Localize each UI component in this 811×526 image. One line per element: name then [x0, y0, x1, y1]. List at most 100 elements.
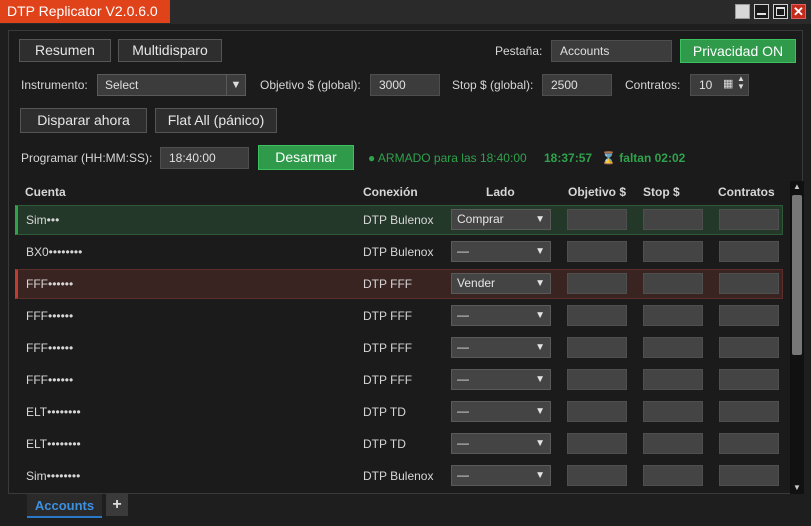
title-bar: DTP Replicator V2.0.6.0 ✕ [0, 0, 811, 24]
chevron-down-icon: ▼ [226, 75, 245, 95]
lado-select[interactable]: — ▼ [451, 465, 551, 486]
col-header-lado: Lado [486, 185, 515, 199]
scroll-up-icon[interactable]: ▲ [790, 181, 804, 193]
objetivo-input[interactable] [567, 465, 627, 486]
restore-icon[interactable] [735, 4, 750, 19]
lado-select[interactable]: Comprar ▼ [451, 209, 551, 230]
row-cuenta: FFF•••••• [26, 341, 74, 355]
lado-select[interactable]: — ▼ [451, 241, 551, 262]
clock-display: 18:37:57 [544, 151, 593, 165]
lado-select[interactable]: Vender ▼ [451, 273, 551, 294]
row-cuenta: ELT•••••••• [26, 437, 81, 451]
lado-select[interactable]: — ▼ [451, 401, 551, 422]
objetivo-input[interactable] [567, 369, 627, 390]
disparar-ahora-button[interactable]: Disparar ahora [20, 108, 147, 133]
stop-global-input[interactable]: 2500 [542, 74, 612, 96]
lado-value: — [457, 340, 469, 354]
table-row[interactable]: BX0•••••••• DTP Bulenox — ▼ [15, 237, 783, 267]
row-cuenta: Sim••• [26, 213, 60, 227]
table-row[interactable]: FFF•••••• DTP FFF — ▼ [15, 301, 783, 331]
stop-input[interactable] [643, 433, 703, 454]
table-row[interactable]: Sim••• DTP Bulenox Comprar ▼ [15, 205, 783, 235]
add-tab-button[interactable]: + [106, 494, 128, 516]
stop-input[interactable] [643, 241, 703, 262]
row-conexion: DTP Bulenox [363, 469, 434, 483]
objetivo-input[interactable] [567, 433, 627, 454]
remaining-time: ⌛ faltan 02:02 [601, 151, 686, 165]
chevron-down-icon: ▼ [535, 214, 545, 225]
objetivo-input[interactable] [567, 305, 627, 326]
spin-arrows-icon[interactable]: ▲ ▼ [737, 75, 745, 91]
row-conexion: DTP FFF [363, 373, 413, 387]
window-title: DTP Replicator V2.0.6.0 [0, 0, 170, 23]
multidisparo-button[interactable]: Multidisparo [118, 39, 222, 62]
table-row[interactable]: FFF•••••• DTP FFF — ▼ [15, 365, 783, 395]
row-cuenta: BX0•••••••• [26, 245, 83, 259]
lado-select[interactable]: — ▼ [451, 305, 551, 326]
table-row[interactable]: ELT•••••••• DTP TD — ▼ [15, 397, 783, 427]
lado-select[interactable]: — ▼ [451, 433, 551, 454]
stop-input[interactable] [643, 401, 703, 422]
lado-value: — [457, 468, 469, 482]
contratos-input[interactable] [719, 465, 779, 486]
scroll-thumb[interactable] [792, 195, 802, 355]
armed-status: ● ARMADO para las 18:40:00 [368, 151, 527, 165]
flat-all-button[interactable]: Flat All (pánico) [155, 108, 277, 133]
objetivo-input[interactable] [567, 241, 627, 262]
contratos-input[interactable] [719, 305, 779, 326]
stop-input[interactable] [643, 273, 703, 294]
chevron-down-icon: ▼ [535, 310, 545, 321]
table-row[interactable]: Sim•••••••• DTP Bulenox — ▼ [15, 461, 783, 491]
row-conexion: DTP TD [363, 405, 406, 419]
objetivo-input[interactable] [567, 209, 627, 230]
lado-select[interactable]: — ▼ [451, 369, 551, 390]
contratos-input[interactable] [719, 209, 779, 230]
stop-input[interactable] [643, 337, 703, 358]
calculator-icon[interactable]: ▦ [723, 77, 733, 90]
col-header-objetivo: Objetivo $ [568, 185, 627, 199]
objetivo-global-input[interactable]: 3000 [370, 74, 440, 96]
table-row[interactable]: FFF•••••• DTP FFF — ▼ [15, 333, 783, 363]
col-header-contratos: Contratos [718, 185, 775, 199]
objetivo-input[interactable] [567, 401, 627, 422]
col-header-cuenta: Cuenta [25, 185, 66, 199]
stop-input[interactable] [643, 305, 703, 326]
contratos-input[interactable] [719, 241, 779, 262]
col-header-stop: Stop $ [643, 185, 680, 199]
contratos-input[interactable] [719, 337, 779, 358]
row-conexion: DTP FFF [363, 341, 413, 355]
stop-input[interactable] [643, 209, 703, 230]
table-row[interactable]: FFF•••••• DTP FFF Vender ▼ [15, 269, 783, 299]
vertical-scrollbar[interactable]: ▲ ▼ [790, 181, 804, 494]
table-row[interactable]: ELT•••••••• DTP TD — ▼ [15, 429, 783, 459]
objetivo-global-label: Objetivo $ (global): [260, 78, 361, 92]
minimize-button[interactable] [754, 4, 769, 19]
contratos-input[interactable] [719, 369, 779, 390]
programar-input[interactable]: 18:40:00 [160, 147, 249, 169]
stop-input[interactable] [643, 369, 703, 390]
stop-input[interactable] [643, 465, 703, 486]
pestana-input[interactable]: Accounts [551, 40, 672, 62]
tab-accounts[interactable]: Accounts [27, 494, 102, 518]
chevron-down-icon: ▼ [535, 278, 545, 289]
desarmar-button[interactable]: Desarmar [258, 145, 354, 170]
instrumento-select[interactable]: Select ▼ [97, 74, 246, 96]
row-cuenta: FFF•••••• [26, 309, 74, 323]
row-cuenta: ELT•••••••• [26, 405, 81, 419]
objetivo-input[interactable] [567, 337, 627, 358]
objetivo-input[interactable] [567, 273, 627, 294]
chevron-down-icon: ▼ [535, 470, 545, 481]
maximize-button[interactable] [773, 4, 788, 19]
row-cuenta: Sim•••••••• [26, 469, 81, 483]
lado-value: Vender [457, 276, 496, 290]
contratos-input[interactable] [719, 433, 779, 454]
privacidad-button[interactable]: Privacidad ON [680, 39, 796, 63]
scroll-down-icon[interactable]: ▼ [790, 482, 804, 494]
resumen-button[interactable]: Resumen [19, 39, 111, 62]
contratos-input[interactable] [719, 273, 779, 294]
lado-select[interactable]: — ▼ [451, 337, 551, 358]
chevron-down-icon: ▼ [535, 342, 545, 353]
close-button[interactable]: ✕ [791, 4, 806, 19]
row-cuenta: FFF•••••• [26, 373, 74, 387]
contratos-input[interactable] [719, 401, 779, 422]
